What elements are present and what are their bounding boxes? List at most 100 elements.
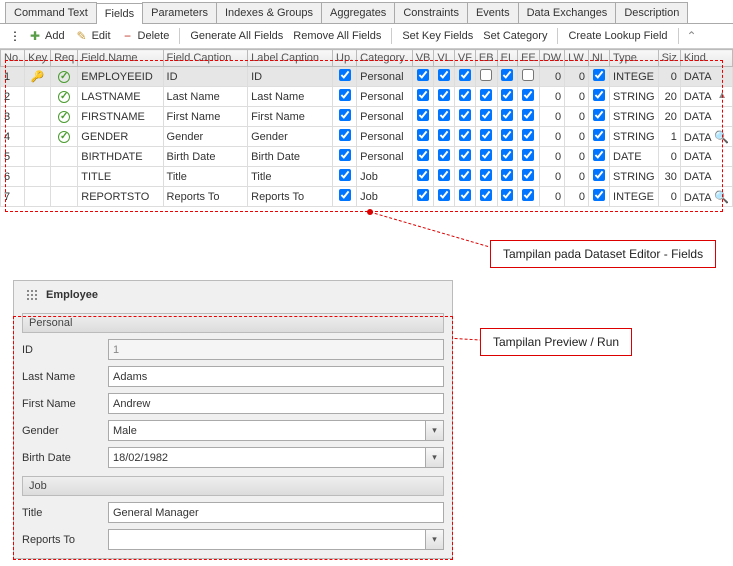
lookup-icon[interactable]: 🔍	[714, 130, 729, 144]
generate-all-button[interactable]: Generate All Fields	[186, 28, 287, 44]
checkbox[interactable]	[339, 149, 351, 161]
checkbox[interactable]	[417, 89, 429, 101]
table-row[interactable]: 5BIRTHDATEBirth DateBirth DatePersonal00…	[1, 147, 733, 167]
checkbox[interactable]	[593, 149, 605, 161]
add-button[interactable]: ✚Add	[24, 27, 69, 45]
checkbox[interactable]	[417, 69, 429, 81]
checkbox[interactable]	[593, 109, 605, 121]
checkbox[interactable]	[459, 69, 471, 81]
input-lastname[interactable]: Adams	[108, 366, 444, 387]
checkbox[interactable]	[417, 169, 429, 181]
checkbox[interactable]	[522, 169, 534, 181]
scroll-up-icon[interactable]: ▲	[717, 90, 727, 101]
checkbox[interactable]	[501, 129, 513, 141]
input-birthdate[interactable]: 18/02/1982	[108, 447, 426, 468]
checkbox[interactable]	[480, 69, 492, 81]
tab-aggregates[interactable]: Aggregates	[321, 2, 395, 23]
checkbox[interactable]	[480, 129, 492, 141]
checkbox[interactable]	[339, 189, 351, 201]
tab-command-text[interactable]: Command Text	[5, 2, 97, 23]
column-header[interactable]: DW	[539, 50, 564, 67]
column-header[interactable]: Label Caption	[248, 50, 333, 67]
checkbox[interactable]	[593, 189, 605, 201]
checkbox[interactable]	[339, 169, 351, 181]
input-id[interactable]: 1	[108, 339, 444, 360]
checkbox[interactable]	[459, 89, 471, 101]
column-header[interactable]: EE	[518, 50, 540, 67]
delete-button[interactable]: −Delete	[117, 27, 174, 45]
expand-icon[interactable]: ⌃	[685, 29, 699, 43]
tab-events[interactable]: Events	[467, 2, 519, 23]
checkbox[interactable]	[417, 189, 429, 201]
checkbox[interactable]	[501, 69, 513, 81]
checkbox[interactable]	[501, 189, 513, 201]
tab-fields[interactable]: Fields	[96, 3, 143, 24]
checkbox[interactable]	[459, 109, 471, 121]
create-lookup-button[interactable]: Create Lookup Field	[564, 28, 671, 44]
checkbox[interactable]	[522, 189, 534, 201]
checkbox[interactable]	[522, 109, 534, 121]
column-header[interactable]: NL	[588, 50, 609, 67]
checkbox[interactable]	[339, 89, 351, 101]
checkbox[interactable]	[480, 149, 492, 161]
column-header[interactable]: Req	[51, 50, 78, 67]
checkbox[interactable]	[459, 149, 471, 161]
column-header[interactable]: Category	[357, 50, 413, 67]
checkbox[interactable]	[593, 89, 605, 101]
checkbox[interactable]	[522, 89, 534, 101]
checkbox[interactable]	[438, 69, 450, 81]
checkbox[interactable]	[339, 109, 351, 121]
checkbox[interactable]	[501, 149, 513, 161]
column-header[interactable]: Kind	[680, 50, 732, 67]
checkbox[interactable]	[480, 89, 492, 101]
column-header[interactable]: VB	[412, 50, 434, 67]
checkbox[interactable]	[480, 109, 492, 121]
column-header[interactable]: EL	[497, 50, 517, 67]
checkbox[interactable]	[459, 129, 471, 141]
column-header[interactable]: No.	[1, 50, 25, 67]
checkbox[interactable]	[501, 109, 513, 121]
tab-indexes-groups[interactable]: Indexes & Groups	[216, 2, 322, 23]
column-header[interactable]: Up.	[333, 50, 357, 67]
checkbox[interactable]	[522, 149, 534, 161]
checkbox[interactable]	[417, 149, 429, 161]
set-key-button[interactable]: Set Key Fields	[398, 28, 477, 44]
column-header[interactable]: VL	[434, 50, 454, 67]
checkbox[interactable]	[593, 69, 605, 81]
checkbox[interactable]	[339, 69, 351, 81]
checkbox[interactable]	[438, 149, 450, 161]
column-header[interactable]: Siz	[658, 50, 680, 67]
set-category-button[interactable]: Set Category	[479, 28, 551, 44]
column-header[interactable]: Key	[25, 50, 51, 67]
table-row[interactable]: 7REPORTSTOReports ToReports ToJob00INTEG…	[1, 187, 733, 207]
checkbox[interactable]	[417, 109, 429, 121]
table-row[interactable]: 2✓LASTNAMELast NameLast NamePersonal00ST…	[1, 87, 733, 107]
column-header[interactable]: EB	[475, 50, 497, 67]
checkbox[interactable]	[438, 109, 450, 121]
checkbox[interactable]	[459, 169, 471, 181]
column-header[interactable]: Type	[610, 50, 659, 67]
lookup-icon[interactable]: 🔍	[714, 190, 729, 204]
input-firstname[interactable]: Andrew	[108, 393, 444, 414]
table-row[interactable]: 6TITLETitleTitleJob00STRING30DATA	[1, 167, 733, 187]
checkbox[interactable]	[522, 69, 534, 81]
checkbox[interactable]	[459, 189, 471, 201]
tab-parameters[interactable]: Parameters	[142, 2, 217, 23]
input-reportsto[interactable]	[108, 529, 426, 550]
edit-button[interactable]: ✎Edit	[71, 27, 115, 45]
column-header[interactable]: LW	[565, 50, 589, 67]
checkbox[interactable]	[522, 129, 534, 141]
fields-grid[interactable]: No.KeyReqField NameField CaptionLabel Ca…	[0, 49, 733, 207]
checkbox[interactable]	[339, 129, 351, 141]
checkbox[interactable]	[438, 89, 450, 101]
checkbox[interactable]	[593, 129, 605, 141]
checkbox[interactable]	[417, 129, 429, 141]
input-gender[interactable]: Male	[108, 420, 426, 441]
chevron-down-icon[interactable]: ▾	[426, 420, 444, 441]
checkbox[interactable]	[480, 169, 492, 181]
table-row[interactable]: 3✓FIRSTNAMEFirst NameFirst NamePersonal0…	[1, 107, 733, 127]
chevron-down-icon[interactable]: ▾	[426, 447, 444, 468]
combo-reportsto[interactable]: ▾	[108, 529, 444, 550]
checkbox[interactable]	[480, 189, 492, 201]
checkbox[interactable]	[501, 89, 513, 101]
